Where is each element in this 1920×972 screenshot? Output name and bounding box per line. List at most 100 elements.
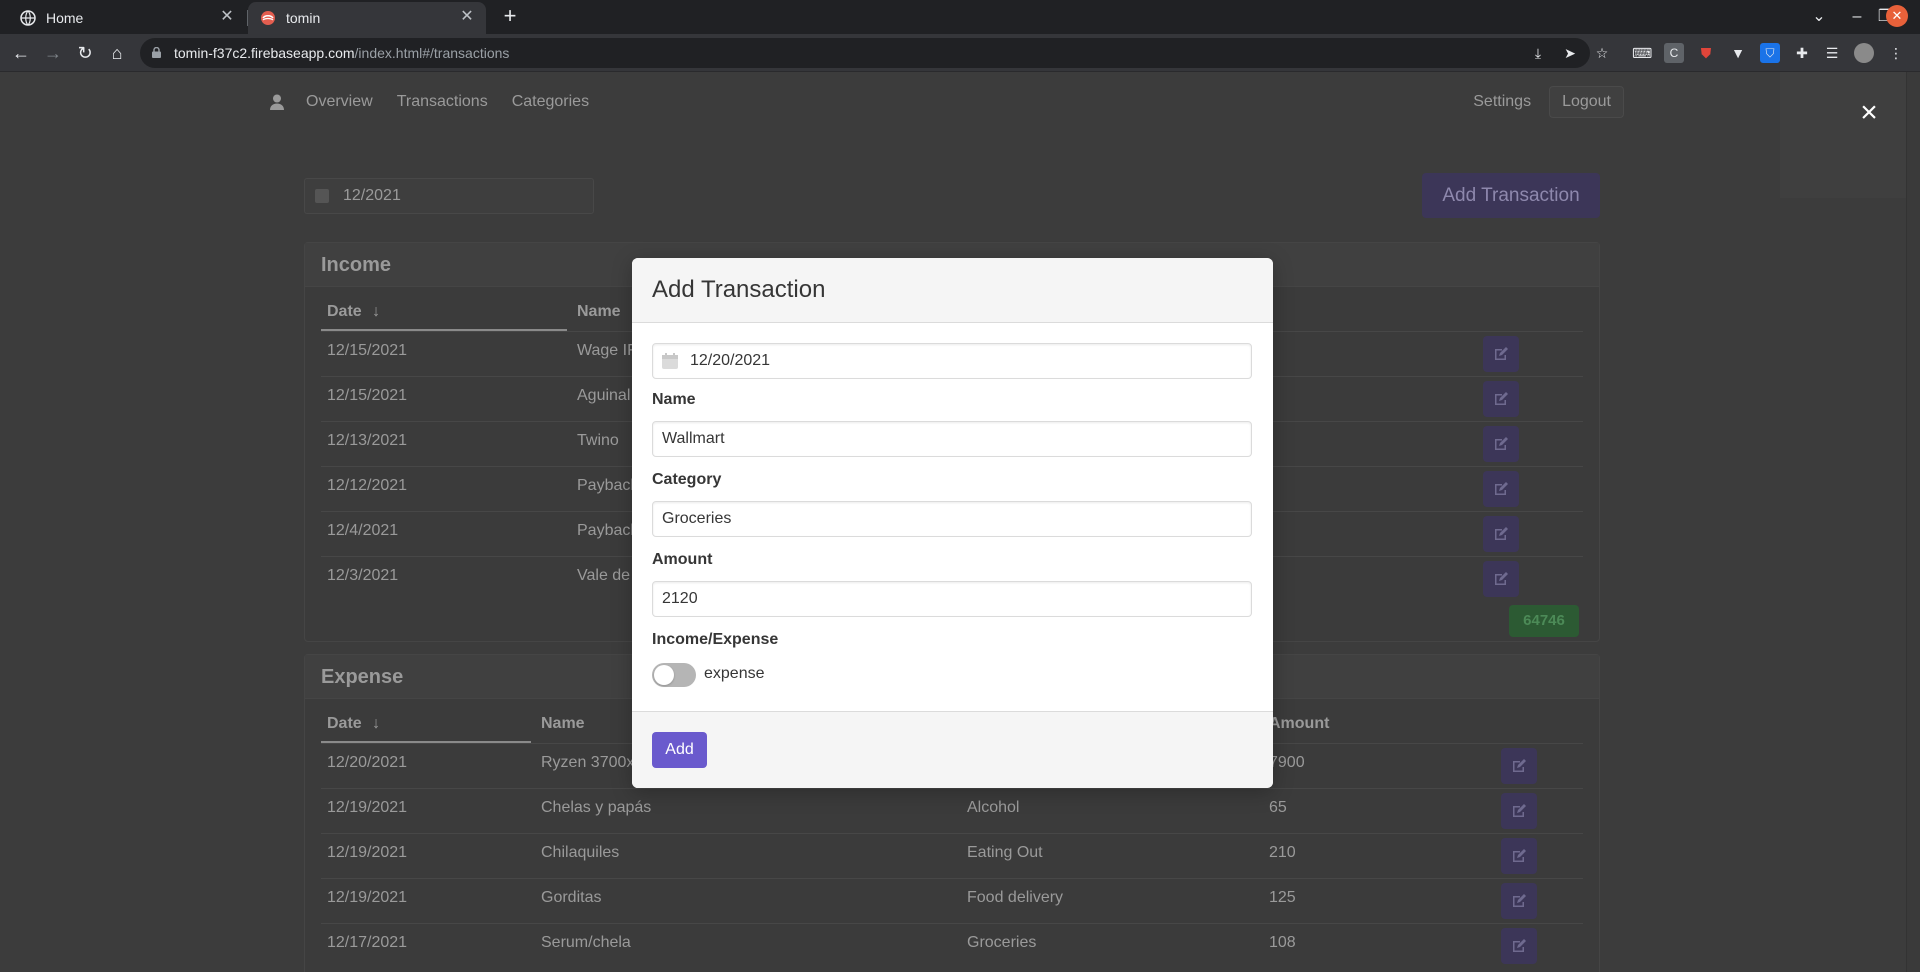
home-icon[interactable]: ⌂ bbox=[104, 40, 130, 66]
nav-overview[interactable]: Overview bbox=[306, 93, 373, 111]
tomin-favicon-icon bbox=[261, 11, 275, 25]
logout-button[interactable]: Logout bbox=[1549, 86, 1624, 118]
date-column-header[interactable]: Date ↓ bbox=[327, 715, 380, 741]
edit-button[interactable] bbox=[1483, 516, 1519, 552]
edit-button[interactable] bbox=[1501, 748, 1537, 784]
row-date: 12/19/2021 bbox=[327, 799, 408, 816]
row-amount: 210 bbox=[1269, 844, 1296, 861]
name-column-header[interactable]: Name bbox=[577, 303, 621, 329]
income-expense-toggle[interactable] bbox=[652, 663, 696, 687]
modal-footer: Add bbox=[632, 711, 1273, 788]
nav-categories[interactable]: Categories bbox=[512, 93, 589, 111]
edit-button[interactable] bbox=[1501, 883, 1537, 919]
edit-button[interactable] bbox=[1501, 838, 1537, 874]
row-date: 12/19/2021 bbox=[327, 889, 408, 906]
browser-tab-home[interactable]: Home ✕ bbox=[8, 2, 246, 34]
minimize-window-icon[interactable]: – bbox=[1844, 4, 1870, 30]
bookmark-star-icon[interactable]: ☆ bbox=[1592, 43, 1612, 63]
edit-button[interactable] bbox=[1483, 561, 1519, 597]
edit-icon bbox=[1513, 759, 1526, 772]
edit-button[interactable] bbox=[1483, 426, 1519, 462]
row-name: Ryzen 3700x bbox=[541, 754, 635, 771]
table-row: 12/17/2021 Serum/chela Groceries 108 bbox=[321, 923, 1583, 968]
row-date: 12/15/2021 bbox=[327, 342, 408, 359]
table-row: 12/19/2021 Chilaquiles Eating Out 210 bbox=[321, 833, 1583, 878]
install-app-icon[interactable]: ⤓ bbox=[1528, 43, 1548, 63]
navbar-right: Settings Logout bbox=[1461, 84, 1630, 120]
row-name: Gorditas bbox=[541, 889, 602, 906]
reading-list-icon[interactable]: ☰ bbox=[1822, 43, 1842, 63]
row-category: Groceries bbox=[967, 934, 1037, 951]
row-date: 12/19/2021 bbox=[327, 844, 408, 861]
edit-icon bbox=[1495, 392, 1508, 405]
row-date: 12/12/2021 bbox=[327, 477, 408, 494]
calendar-icon bbox=[662, 353, 678, 369]
browser-tab-tomin[interactable]: tomin ✕ bbox=[248, 2, 486, 34]
date-header-label: Date bbox=[327, 303, 362, 320]
edit-icon bbox=[1495, 437, 1508, 450]
url-path: /index.html#/transactions bbox=[354, 45, 510, 61]
nav-transactions[interactable]: Transactions bbox=[397, 93, 488, 111]
browser-menu-icon[interactable]: ⋮ bbox=[1886, 43, 1906, 63]
send-icon[interactable]: ➤ bbox=[1560, 43, 1580, 63]
reload-icon[interactable]: ↻ bbox=[72, 40, 98, 66]
tab-search-icon[interactable]: ⌄ bbox=[1806, 4, 1832, 30]
back-arrow-icon[interactable]: ← bbox=[8, 40, 34, 66]
extension-v-icon[interactable]: ▼ bbox=[1728, 43, 1748, 63]
calendar-icon bbox=[315, 189, 329, 203]
user-icon[interactable] bbox=[270, 94, 284, 110]
profile-avatar[interactable] bbox=[1854, 43, 1874, 63]
extension-c-icon[interactable]: C bbox=[1664, 43, 1684, 63]
edit-button[interactable] bbox=[1483, 336, 1519, 372]
table-row: 12/19/2021 Chelas y papás Alcohol 65 bbox=[321, 788, 1583, 833]
extensions-puzzle-icon[interactable]: ✚ bbox=[1792, 43, 1812, 63]
page-scrollbar[interactable] bbox=[1906, 72, 1920, 972]
close-window-icon[interactable]: ✕ bbox=[1886, 5, 1908, 27]
new-tab-button[interactable]: + bbox=[498, 4, 522, 28]
add-transaction-modal: Add Transaction 12/20/2021 Name Category… bbox=[632, 258, 1273, 788]
month-picker[interactable]: 12/2021 bbox=[304, 178, 594, 214]
edit-button[interactable] bbox=[1501, 793, 1537, 829]
globe-icon bbox=[20, 10, 36, 26]
bitwarden-icon[interactable]: ⛉ bbox=[1760, 43, 1780, 63]
name-column-header[interactable]: Name bbox=[541, 715, 585, 741]
edit-button[interactable] bbox=[1483, 381, 1519, 417]
add-button[interactable]: Add bbox=[652, 732, 707, 768]
nav-settings[interactable]: Settings bbox=[1461, 87, 1543, 117]
date-column-header[interactable]: Date ↓ bbox=[327, 303, 380, 329]
edit-icon bbox=[1495, 572, 1508, 585]
amount-column-header[interactable]: Amount bbox=[1269, 715, 1329, 741]
row-category: Food delivery bbox=[967, 889, 1064, 906]
edit-button[interactable] bbox=[1501, 928, 1537, 964]
row-amount: 7900 bbox=[1269, 754, 1305, 771]
address-bar[interactable]: tomin-f37c2.firebaseapp.com/index.html#/… bbox=[140, 38, 1590, 68]
row-date: 12/4/2021 bbox=[327, 522, 399, 539]
forward-arrow-icon[interactable]: → bbox=[40, 40, 66, 66]
date-input[interactable]: 12/20/2021 bbox=[652, 343, 1252, 379]
row-amount: 108 bbox=[1269, 934, 1296, 951]
row-amount: 125 bbox=[1269, 889, 1296, 906]
row-date: 12/3/2021 bbox=[327, 567, 399, 584]
extension-keyboard-icon[interactable]: ⌨ bbox=[1632, 43, 1652, 63]
edit-icon bbox=[1513, 894, 1526, 907]
row-name: Vale de bbox=[577, 567, 631, 584]
row-date: 12/15/2021 bbox=[327, 387, 408, 404]
row-amount: 65 bbox=[1269, 799, 1287, 816]
lock-icon bbox=[152, 47, 161, 58]
income-expense-label: Income/Expense bbox=[652, 631, 779, 648]
close-tab-icon[interactable]: ✕ bbox=[218, 8, 236, 26]
row-category: Eating Out bbox=[967, 844, 1043, 861]
edit-icon bbox=[1513, 804, 1526, 817]
ublock-icon[interactable]: ⛊ bbox=[1696, 43, 1716, 63]
name-label: Name bbox=[652, 391, 696, 408]
name-input[interactable] bbox=[652, 421, 1252, 457]
close-tab-icon[interactable]: ✕ bbox=[458, 8, 476, 26]
amount-input[interactable] bbox=[652, 581, 1252, 617]
add-transaction-button[interactable]: Add Transaction bbox=[1422, 173, 1600, 218]
toggle-state-label: expense bbox=[704, 665, 765, 682]
overlay-corner bbox=[1780, 72, 1906, 198]
edit-button[interactable] bbox=[1483, 471, 1519, 507]
category-input[interactable] bbox=[652, 501, 1252, 537]
close-modal-icon[interactable]: × bbox=[1854, 98, 1884, 128]
row-name: Chilaquiles bbox=[541, 844, 620, 861]
